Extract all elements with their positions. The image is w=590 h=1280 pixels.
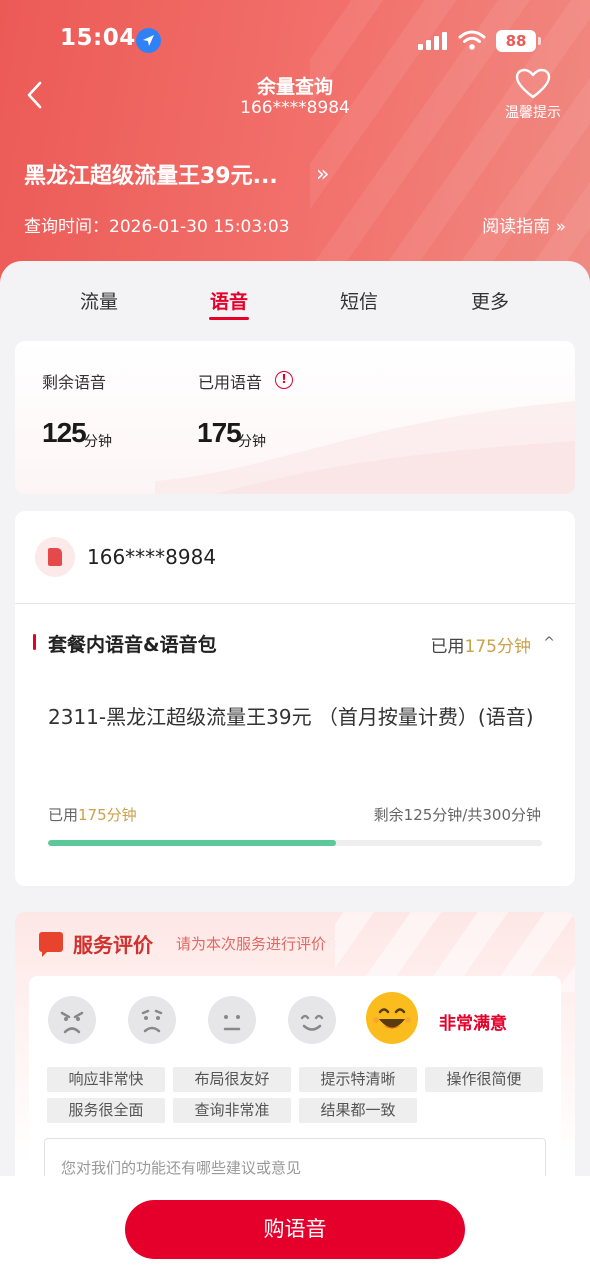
info-icon[interactable]: ! <box>275 371 293 389</box>
location-icon <box>136 28 161 53</box>
remaining-voice-value: 125 <box>42 417 87 448</box>
section-accent-bar <box>33 634 36 650</box>
chat-bubble-icon <box>39 932 63 957</box>
tag-option[interactable]: 服务很全面 <box>47 1098 165 1123</box>
plan-expand-icon[interactable]: » <box>316 162 329 187</box>
tab-active-indicator <box>209 317 249 320</box>
status-time: 15:04 <box>60 25 136 51</box>
package-name: 2311-黑龙江超级流量王39元 （首月按量计费）(语音) <box>48 705 534 729</box>
phone-number: 166****8984 <box>87 545 217 569</box>
tag-option[interactable]: 提示特清晰 <box>299 1067 417 1092</box>
smile-face-icon[interactable] <box>288 996 336 1044</box>
tag-option[interactable]: 操作很简便 <box>425 1067 543 1092</box>
tag-option[interactable]: 结果都一致 <box>299 1098 417 1123</box>
bottom-action-bar: 购语音 <box>0 1176 590 1280</box>
divider <box>15 603 575 604</box>
tab-voice[interactable]: 语音 <box>189 287 269 314</box>
progress-used-text: 已用175分钟 <box>48 804 137 825</box>
voice-summary-card: 剩余语音 125 分钟 已用语音 ! 175 分钟 <box>15 341 575 494</box>
tag-option[interactable]: 布局很友好 <box>173 1067 291 1092</box>
used-voice-value: 175 <box>197 417 242 448</box>
used-prefix-bottom: 已用 <box>48 806 79 824</box>
very-satisfied-face-icon[interactable] <box>366 992 418 1044</box>
used-voice-label: 已用语音 <box>198 373 263 392</box>
header: 15:04 88 余量查询 166****8984 温馨提示 黑龙江超级流量王3… <box>0 0 590 300</box>
evaluation-verdict: 非常满意 <box>439 1014 507 1034</box>
status-bar: 15:04 88 <box>0 22 590 62</box>
angry-face-icon[interactable] <box>48 996 96 1044</box>
used-amount-bottom: 175分钟 <box>78 806 137 824</box>
sim-card-icon <box>35 537 75 577</box>
tab-bar: 流量 语音 短信 更多 <box>0 261 590 331</box>
progress-remaining-text: 剩余125分钟/共300分钟 <box>373 806 541 824</box>
query-time: 查询时间：2026-01-30 15:03:03 <box>24 217 290 237</box>
used-prefix: 已用 <box>430 637 465 657</box>
tag-option[interactable]: 响应非常快 <box>47 1067 165 1092</box>
battery-indicator: 88 <box>496 30 541 52</box>
used-amount: 175分钟 <box>464 637 531 657</box>
evaluation-subtitle: 请为本次服务进行评价 <box>176 935 327 953</box>
evaluation-title: 服务评价 <box>73 933 153 957</box>
tab-sms[interactable]: 短信 <box>319 287 399 314</box>
section-title: 套餐内语音&语音包 <box>48 634 217 656</box>
package-used-summary[interactable]: 已用175分钟 <box>431 632 531 657</box>
remaining-voice-unit: 分钟 <box>84 434 112 450</box>
reading-guide-link[interactable]: 阅读指南 » <box>482 212 566 237</box>
tips-button[interactable]: 温馨提示 <box>498 68 568 122</box>
suggestion-placeholder: 您对我们的功能还有哪些建议或意见 <box>61 1159 302 1177</box>
used-voice-unit: 分钟 <box>238 434 266 450</box>
plan-name[interactable]: 黑龙江超级流量王39元... <box>24 158 278 190</box>
usage-progress-fill <box>48 840 336 846</box>
neutral-face-icon[interactable] <box>208 996 256 1044</box>
tips-label: 温馨提示 <box>505 105 561 121</box>
cellular-signal-icon <box>418 32 448 50</box>
content-sheet: 流量 语音 短信 更多 剩余语音 125 分钟 已用语音 ! 175 分钟 16… <box>0 261 590 1280</box>
collapse-chevron-icon[interactable]: ^ <box>543 635 555 651</box>
usage-progress-bar <box>48 840 542 846</box>
tag-option[interactable]: 查询非常准 <box>173 1098 291 1123</box>
tab-more[interactable]: 更多 <box>450 287 530 314</box>
wifi-icon <box>458 29 486 55</box>
tab-data[interactable]: 流量 <box>59 287 139 314</box>
heart-icon <box>515 68 551 99</box>
remaining-voice-label: 剩余语音 <box>42 373 107 392</box>
sad-face-icon[interactable] <box>128 996 176 1044</box>
package-card: 166****8984 套餐内语音&语音包 已用175分钟 ^ 2311-黑龙江… <box>15 511 575 886</box>
buy-voice-button[interactable]: 购语音 <box>125 1200 465 1259</box>
